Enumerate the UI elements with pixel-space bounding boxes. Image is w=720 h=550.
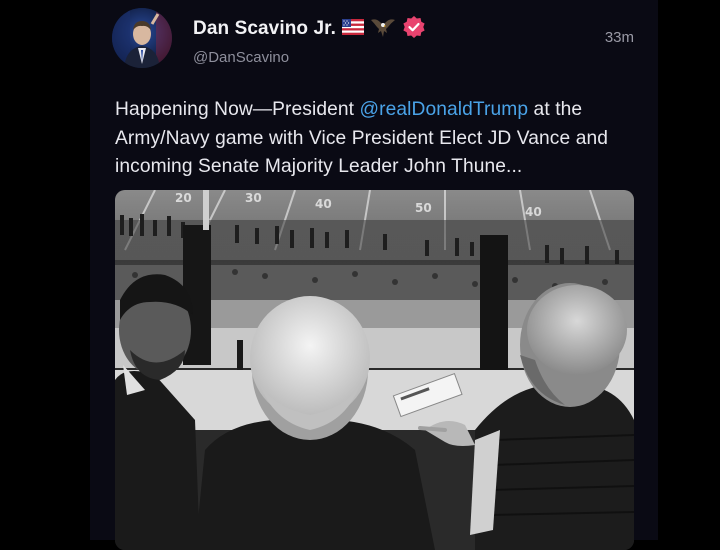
author-handle[interactable]: @DanScavino [193, 49, 289, 66]
stadium-photo-image: 20 30 40 50 40 [115, 190, 634, 550]
post-card[interactable]: Dan Scavino Jr. @DanScavino 33m Happenin… [90, 0, 658, 550]
field-number: 40 [525, 205, 542, 219]
avatar[interactable] [112, 8, 172, 68]
app-frame: Dan Scavino Jr. @DanScavino 33m Happenin… [0, 0, 720, 550]
post-photo[interactable]: 20 30 40 50 40 [115, 190, 634, 550]
field-number: 20 [175, 191, 192, 205]
eagle-icon [370, 16, 396, 43]
author-display-name[interactable]: Dan Scavino Jr. [193, 18, 336, 40]
field-number: 30 [245, 191, 262, 205]
field-number: 50 [415, 201, 432, 215]
post-timestamp[interactable]: 33m [605, 29, 634, 46]
field-number: 40 [315, 197, 332, 211]
post-text: Happening Now—President @realDonaldTrump… [115, 96, 640, 182]
us-flag-icon [342, 18, 365, 40]
profile-photo-icon [112, 8, 172, 68]
author-name-row: Dan Scavino Jr. [193, 15, 426, 44]
verified-badge-icon [402, 15, 426, 44]
mention-link[interactable]: @realDonaldTrump [360, 99, 529, 120]
post-text-before-mention: Happening Now—President [115, 99, 360, 120]
